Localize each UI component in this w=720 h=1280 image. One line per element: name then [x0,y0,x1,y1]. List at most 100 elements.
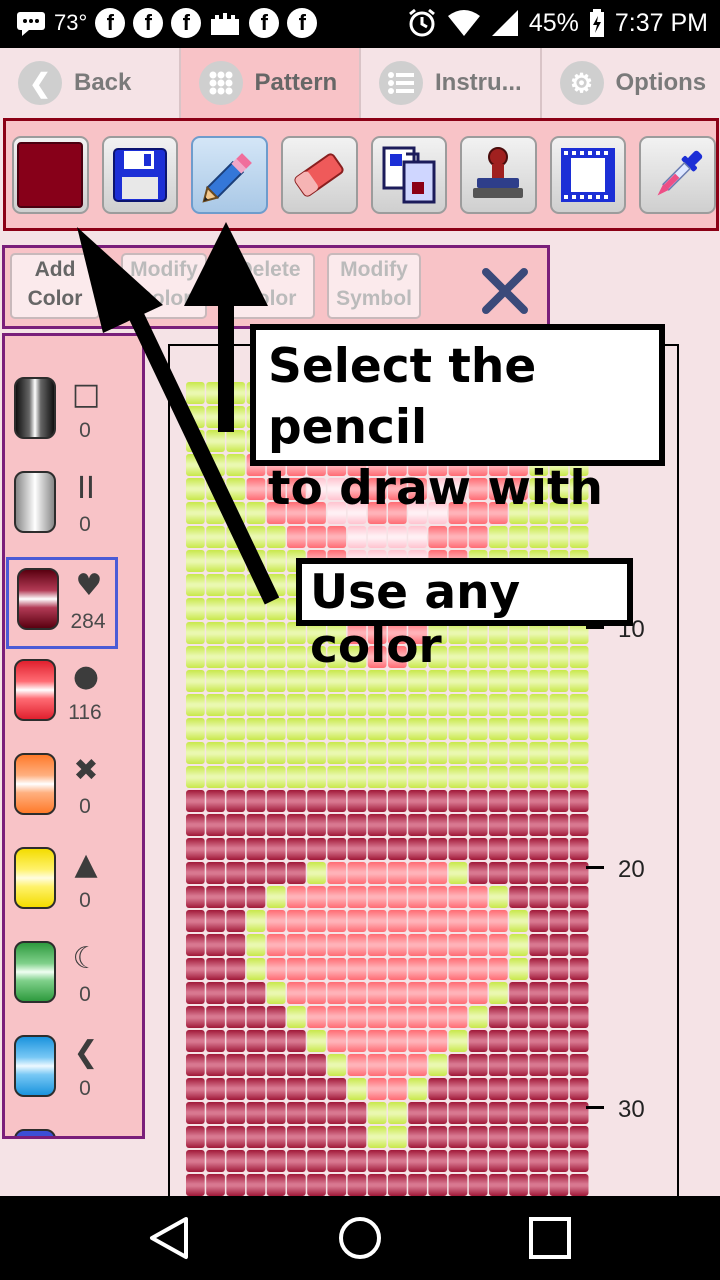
bead[interactable] [206,598,225,620]
bead[interactable] [186,430,205,452]
bead[interactable] [327,958,347,980]
bead[interactable] [266,1126,286,1148]
bead[interactable] [186,766,205,788]
bead[interactable] [509,982,528,1004]
bead[interactable] [186,790,205,812]
bead[interactable] [287,526,306,548]
bead[interactable] [327,526,347,548]
bead[interactable] [408,742,427,764]
bead[interactable] [468,934,488,956]
bead[interactable] [549,766,569,788]
bead[interactable] [388,1006,407,1028]
bead[interactable] [468,958,488,980]
bead[interactable] [206,526,225,548]
bead[interactable] [569,790,589,812]
bead[interactable] [549,838,569,860]
bead[interactable] [468,910,488,932]
bead[interactable] [246,814,266,836]
bead[interactable] [489,790,508,812]
bead[interactable] [367,526,387,548]
bead[interactable] [206,814,225,836]
bead[interactable] [448,1030,468,1052]
bead[interactable] [388,766,407,788]
bead[interactable] [489,1126,508,1148]
bead[interactable] [367,742,387,764]
bead[interactable] [428,790,448,812]
bead[interactable] [388,790,407,812]
bead[interactable] [367,1054,387,1076]
bead[interactable] [347,862,367,884]
bead[interactable] [266,1150,286,1172]
palette-item-partial[interactable] [6,1121,118,1136]
palette-item[interactable]: □ 0 [6,369,118,461]
bead[interactable] [266,574,286,596]
bead[interactable] [246,1030,266,1052]
bead[interactable] [186,454,205,476]
bead[interactable] [246,598,266,620]
bead[interactable] [327,694,347,716]
bead[interactable] [448,1150,468,1172]
bead[interactable] [468,790,488,812]
bead[interactable] [307,1054,326,1076]
bead[interactable] [206,838,225,860]
bead[interactable] [226,598,246,620]
bead[interactable] [489,814,508,836]
bead[interactable] [408,526,427,548]
bead[interactable] [307,958,326,980]
bead[interactable] [287,862,306,884]
bead[interactable] [408,958,427,980]
bead[interactable] [266,886,286,908]
bead[interactable] [327,862,347,884]
bead[interactable] [246,1006,266,1028]
bead[interactable] [347,838,367,860]
bead[interactable] [206,718,225,740]
bead[interactable] [428,934,448,956]
bead[interactable] [287,838,306,860]
bead[interactable] [468,886,488,908]
bead[interactable] [529,1174,549,1196]
bead[interactable] [529,1102,549,1124]
bead[interactable] [529,1126,549,1148]
bead[interactable] [246,886,266,908]
bead[interactable] [347,886,367,908]
bead[interactable] [388,934,407,956]
bead[interactable] [549,886,569,908]
bead[interactable] [367,1102,387,1124]
bead[interactable] [266,958,286,980]
bead[interactable] [327,934,347,956]
bead[interactable] [388,838,407,860]
bead[interactable] [307,742,326,764]
bead[interactable] [287,958,306,980]
bead[interactable] [186,1006,205,1028]
bead[interactable] [367,1006,387,1028]
add-color-button[interactable]: Add Color [10,253,100,319]
bead[interactable] [428,910,448,932]
bead[interactable] [468,1102,488,1124]
bead[interactable] [307,1150,326,1172]
bead[interactable] [327,886,347,908]
bead[interactable] [186,958,205,980]
bead[interactable] [206,382,225,404]
home-icon[interactable] [338,1216,382,1260]
bead[interactable] [206,478,225,500]
bead[interactable] [347,910,367,932]
bead[interactable] [226,1150,246,1172]
save-button[interactable] [101,136,179,214]
bead[interactable] [246,550,266,572]
bead[interactable] [307,1102,326,1124]
bead[interactable] [529,814,549,836]
bead[interactable] [448,814,468,836]
bead[interactable] [186,646,205,668]
bead[interactable] [186,934,205,956]
bead[interactable] [246,574,266,596]
bead[interactable] [529,1030,549,1052]
bead[interactable] [428,886,448,908]
bead[interactable] [206,646,225,668]
bead[interactable] [186,574,205,596]
bead[interactable] [307,694,326,716]
bead[interactable] [408,694,427,716]
bead[interactable] [569,958,589,980]
bead[interactable] [509,1174,528,1196]
bead[interactable] [186,502,205,524]
bead[interactable] [549,1030,569,1052]
